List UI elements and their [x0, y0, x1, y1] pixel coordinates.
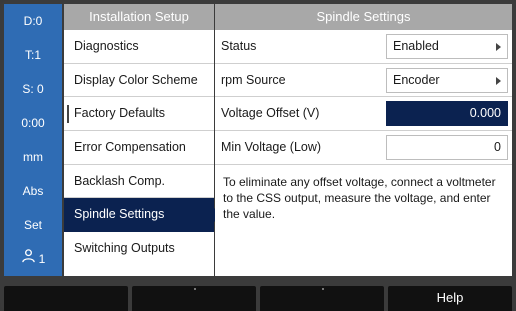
chevron-right-icon	[496, 43, 501, 51]
app-frame: D:0 T:1 S: 0 0:00 mm Abs Set 1 Installat…	[0, 0, 516, 311]
menu-item-label: Spindle Settings	[74, 207, 165, 222]
operator-number: 1	[38, 252, 46, 266]
menu-list: Diagnostics Display Color Scheme Factory…	[64, 30, 214, 266]
rpm-source-row: rpm Source Encoder	[215, 64, 512, 98]
rpm-source-value: Encoder	[393, 72, 440, 87]
status-row: Status Enabled	[215, 30, 512, 64]
menu-item-factory-defaults[interactable]: Factory Defaults	[64, 97, 214, 132]
menu-item-label: Switching Outputs	[74, 241, 175, 256]
set-indicator[interactable]: Set	[4, 208, 62, 242]
chevron-right-icon	[496, 76, 501, 85]
spindle-speed-indicator[interactable]: S: 0	[4, 72, 62, 106]
softkey-1[interactable]	[4, 286, 128, 311]
menu-item-display-color-scheme[interactable]: Display Color Scheme	[64, 63, 214, 98]
menu-item-backlash-comp[interactable]: Backlash Comp.	[64, 164, 214, 199]
timer-indicator[interactable]: 0:00	[4, 106, 62, 140]
menu-item-switching-outputs[interactable]: Switching Outputs	[64, 232, 214, 266]
softkey-bar: Help	[4, 286, 512, 311]
settings-header: Spindle Settings	[215, 4, 512, 30]
rpm-source-dropdown[interactable]: Encoder	[386, 67, 508, 93]
tool-indicator[interactable]: T:1	[4, 38, 62, 72]
menu-item-label: Error Compensation	[74, 140, 186, 155]
operator-indicator[interactable]: 1	[4, 242, 62, 276]
help-description: To eliminate any offset voltage, connect…	[223, 175, 496, 221]
spindle-settings-panel: Spindle Settings Status Enabled rpm Sour…	[215, 4, 512, 276]
mode-indicator[interactable]: Abs	[4, 174, 62, 208]
units-indicator[interactable]: mm	[4, 140, 62, 174]
softkey-3[interactable]	[260, 286, 384, 311]
status-sidebar: D:0 T:1 S: 0 0:00 mm Abs Set 1	[4, 4, 62, 276]
min-voltage-input[interactable]: 0	[386, 135, 508, 161]
status-label: Status	[221, 39, 257, 53]
menu-item-label: Factory Defaults	[74, 106, 166, 121]
min-voltage-label: Min Voltage (Low)	[221, 140, 322, 155]
user-icon	[21, 242, 36, 276]
menu-item-error-compensation[interactable]: Error Compensation	[64, 131, 214, 165]
voltage-offset-input[interactable]: 0.000	[386, 101, 508, 127]
menu-item-label: Diagnostics	[74, 39, 139, 53]
voltage-offset-row: Voltage Offset (V) 0.000	[215, 97, 512, 132]
scroll-marker	[67, 105, 69, 124]
datum-indicator[interactable]: D:0	[4, 4, 62, 38]
menu-item-label: Backlash Comp.	[74, 173, 166, 188]
menu-item-label: Display Color Scheme	[74, 72, 198, 87]
menu-header: Installation Setup	[64, 4, 214, 30]
rpm-source-label: rpm Source	[221, 72, 286, 87]
help-softkey[interactable]: Help	[388, 286, 512, 311]
menu-item-spindle-settings[interactable]: Spindle Settings	[64, 198, 214, 233]
menu-item-diagnostics[interactable]: Diagnostics	[64, 30, 214, 64]
min-voltage-row: Min Voltage (Low) 0	[215, 131, 512, 165]
status-dropdown[interactable]: Enabled	[386, 34, 508, 59]
installation-setup-menu: Installation Setup Diagnostics Display C…	[64, 4, 214, 276]
voltage-offset-label: Voltage Offset (V)	[221, 106, 320, 121]
status-value: Enabled	[393, 39, 439, 53]
softkey-2[interactable]	[132, 286, 256, 311]
